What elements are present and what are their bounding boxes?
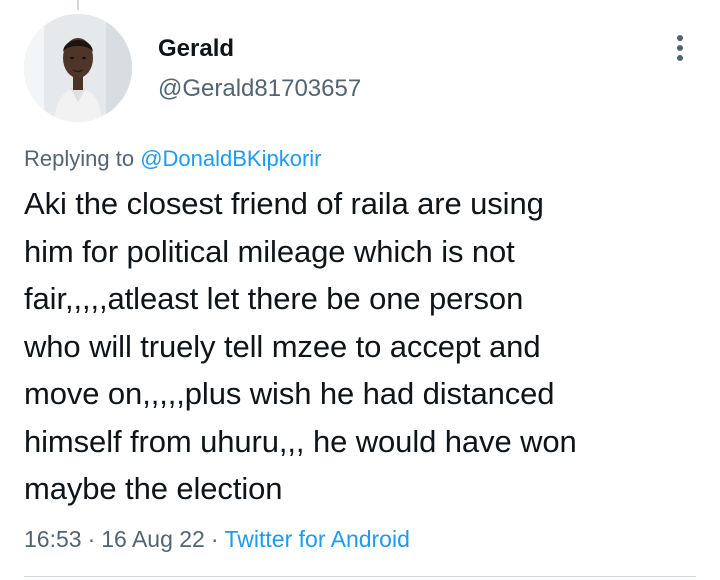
tweet-text: Aki the closest friend of raila are usin…: [24, 186, 577, 506]
tweet-metadata: 16:53 · 16 Aug 22 · Twitter for Android: [24, 524, 410, 554]
replying-to-label: Replying to: [24, 146, 135, 171]
meta-separator: ·: [87, 526, 96, 552]
replying-to-line: Replying to @DonaldBKipkorir: [24, 145, 322, 173]
more-options-button[interactable]: [664, 28, 696, 68]
divider: [24, 576, 696, 577]
meta-separator: ·: [210, 526, 219, 552]
avatar[interactable]: [24, 14, 132, 122]
more-vertical-icon: [677, 35, 683, 61]
author-display-name[interactable]: Gerald: [158, 34, 234, 64]
author-handle[interactable]: @Gerald81703657: [158, 74, 361, 104]
thread-connector-line: [77, 0, 79, 10]
user-avatar-icon: [24, 14, 132, 122]
tweet-source-link[interactable]: Twitter for Android: [225, 526, 410, 552]
tweet-date[interactable]: 16 Aug 22: [101, 526, 205, 552]
tweet-time[interactable]: 16:53: [24, 526, 82, 552]
replying-to-mention-link[interactable]: @DonaldBKipkorir: [140, 146, 321, 171]
